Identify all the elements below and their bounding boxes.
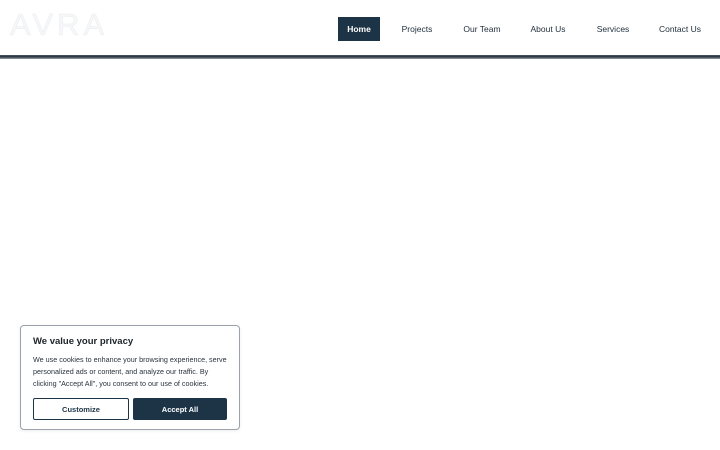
nav-item-about-us[interactable]: About Us (526, 17, 570, 41)
cookie-consent-banner: We value your privacy We use cookies to … (20, 325, 240, 430)
cookie-title: We value your privacy (33, 336, 134, 347)
nav-item-projects[interactable]: Projects (394, 17, 440, 41)
header-divider (0, 55, 720, 59)
cookie-description: We use cookies to enhance your browsing … (33, 355, 227, 388)
accept-all-button[interactable]: Accept All (133, 398, 227, 420)
logo-wordmark: AVRA (10, 7, 109, 42)
nav-item-services[interactable]: Services (593, 17, 633, 41)
site-logo[interactable]: AVRA (10, 7, 114, 42)
nav-item-home[interactable]: Home (338, 17, 380, 41)
customize-button[interactable]: Customize (33, 398, 129, 420)
site-header: AVRA Home Projects Our Team About Us Ser… (0, 0, 720, 55)
nav-item-our-team[interactable]: Our Team (459, 17, 505, 41)
nav-item-contact-us[interactable]: Contact Us (656, 17, 704, 41)
